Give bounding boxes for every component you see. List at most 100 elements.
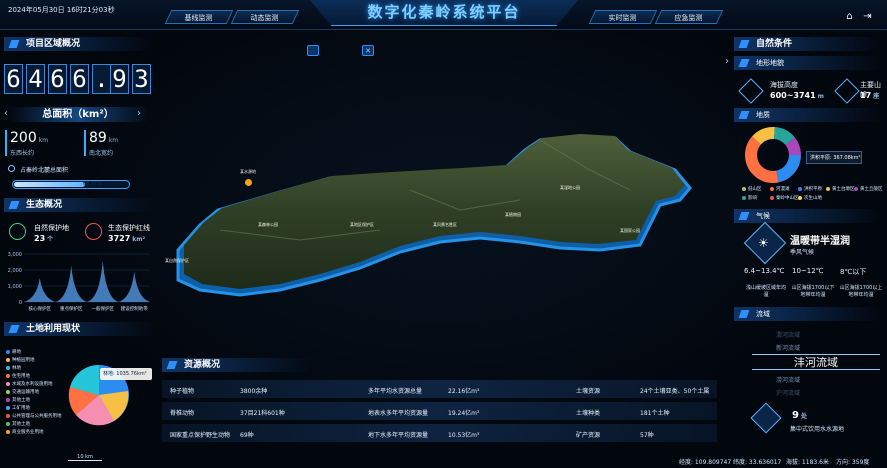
landuse-legend-item[interactable]: 商业服务业用地 — [6, 429, 44, 435]
exit-icon[interactable]: ⇥ — [862, 11, 873, 22]
map-label: 某国家公园 — [620, 228, 640, 233]
landuse-legend-item[interactable]: 水域及水利设施用地 — [6, 381, 53, 387]
legend-label: 公共管理与公共服务用地 — [12, 414, 62, 419]
basin-item[interactable]: 渭河流域 — [776, 330, 800, 339]
legend-swatch — [6, 398, 10, 402]
peaks-value: 17 座 — [860, 91, 880, 100]
geology-legend-item[interactable]: 黄土台塬区 — [826, 186, 855, 192]
area-peak[interactable] — [55, 265, 88, 302]
share-percent: 62.27% — [83, 181, 103, 187]
table-cell: 37目21科601种 — [240, 410, 285, 417]
map-label: 某风景名胜区 — [433, 222, 457, 227]
tab-realtime[interactable]: 实时监测 — [588, 10, 658, 24]
eco-title: 生态概况 — [4, 198, 154, 212]
area-digit: 3 — [132, 64, 151, 94]
legend-label: 其他土地 — [12, 422, 30, 427]
legend-label: 河漫滩 — [776, 187, 790, 192]
landuse-legend-item[interactable]: 住宅用地 — [6, 373, 30, 379]
legend-label: 交通运输用地 — [12, 390, 39, 395]
legend-label: 影响 — [748, 196, 757, 201]
y-tick-label: 2,000 — [8, 268, 22, 274]
geology-donut — [745, 127, 801, 183]
landuse-legend-item[interactable]: 林地 — [6, 365, 21, 371]
landuse-legend-item[interactable]: 其他土地 — [6, 421, 30, 427]
tab-baseline[interactable]: 基线监测 — [164, 10, 234, 24]
legend-swatch — [742, 187, 746, 191]
basin-item[interactable]: 涝河流域 — [776, 375, 800, 384]
sun-cloud-icon: ☀ — [758, 236, 769, 250]
landuse-legend-item[interactable]: 其他土地 — [6, 397, 30, 403]
area-digit: 9 — [110, 64, 129, 94]
ew-value: 200 km — [10, 130, 49, 146]
landuse-legend-item[interactable]: 交通运输用地 — [6, 389, 39, 395]
measure-icon[interactable]: ✕ — [362, 45, 374, 56]
map-label: 某地区保护区 — [350, 222, 374, 227]
area-peak[interactable] — [87, 260, 119, 302]
table-cell: 69种 — [240, 432, 254, 439]
status-dir: 方向: 359度 — [836, 459, 870, 466]
geology-legend-item[interactable]: 影响 — [742, 195, 757, 201]
legend-swatch — [798, 187, 802, 191]
basin-item[interactable]: 沪河流域 — [776, 388, 800, 397]
map-label: 某森林公园 — [258, 222, 278, 227]
area-digit: 6 — [70, 64, 89, 94]
legend-label: 水域及水利设施用地 — [12, 382, 53, 387]
geology-legend-item[interactable]: 河漫滩 — [770, 186, 790, 192]
terrain-title: 地形地貌 — [734, 56, 884, 70]
geology-legend-item[interactable]: 黄土丘陵区 — [854, 186, 883, 192]
layer-icon[interactable] — [307, 45, 319, 56]
area-peak[interactable] — [118, 271, 151, 302]
home-icon[interactable]: ⌂ — [844, 11, 855, 22]
reserve-icon — [5, 219, 30, 244]
nature-title: 自然条件 — [734, 37, 884, 51]
table-cell: 10.53亿m³ — [448, 432, 480, 439]
collapse-arrow-icon[interactable]: › — [725, 56, 729, 67]
geology-legend-item[interactable]: 低山区 — [742, 186, 762, 192]
basin-selected[interactable]: 沣河流域 — [752, 354, 880, 370]
geology-tooltip: 洪积平原: 367.08km² — [806, 151, 862, 164]
landuse-legend-item[interactable]: 耕地 — [6, 349, 21, 355]
water-source-marker[interactable] — [245, 179, 252, 186]
landuse-legend-item[interactable]: 种植园用地 — [6, 357, 35, 363]
area-peak[interactable] — [24, 278, 56, 302]
legend-label: 种植园用地 — [12, 358, 35, 363]
ns-bar — [84, 130, 86, 156]
x-tick-label: 一般保护区 — [92, 305, 115, 312]
legend-swatch — [6, 350, 10, 354]
share-progress: 62.27% — [12, 180, 130, 189]
x-tick-label: 建设控制地带 — [121, 305, 148, 312]
table-cell: 19.24亿m³ — [448, 410, 480, 417]
legend-label: 工矿用地 — [12, 406, 30, 411]
tab-emergency[interactable]: 应急监测 — [654, 10, 724, 24]
legend-swatch — [798, 196, 802, 200]
legend-swatch — [6, 414, 10, 418]
geology-legend-item[interactable]: 秦岭中山区 — [770, 195, 799, 201]
landuse-legend-item[interactable]: 工矿用地 — [6, 405, 30, 411]
table-cell: 地表水多年平均资源量 — [368, 410, 429, 417]
redline-icon — [81, 219, 106, 244]
legend-label: 林地 — [12, 366, 21, 371]
table-cell: 57种 — [640, 432, 654, 439]
app-title: 数字化秦岭系统平台 — [367, 3, 521, 21]
marker-label: 某水源地 — [240, 169, 256, 174]
area-title: 项目区域概况 — [4, 37, 154, 51]
climate-sub: 季风气候 — [790, 249, 815, 256]
terrain-map[interactable] — [160, 130, 720, 310]
landuse-tooltip: 林地: 1035.76km² — [100, 368, 152, 380]
tab-dynamic[interactable]: 动态监测 — [230, 10, 300, 24]
legend-swatch — [854, 187, 858, 191]
geology-legend-item[interactable]: 洪积平原 — [798, 186, 822, 192]
temp1-value: 6.4~13.4℃ — [744, 267, 785, 275]
basin-item[interactable]: 新河流域 — [776, 343, 800, 352]
legend-swatch — [6, 374, 10, 378]
resources-title: 资源概况 — [162, 358, 312, 372]
legend-swatch — [742, 196, 746, 200]
status-lon: 经度: 109.809747 — [679, 459, 732, 466]
ns-value: 89 km — [89, 130, 119, 146]
legend-label: 洪积平原 — [804, 187, 822, 192]
geology-legend-item[interactable]: 次生山地 — [798, 195, 822, 201]
next-arrow-icon[interactable]: › — [137, 108, 141, 119]
table-cell: 脊椎动物 — [170, 410, 195, 417]
landuse-legend-item[interactable]: 公共管理与公共服务用地 — [6, 413, 62, 419]
map-label: 某自然保护区 — [165, 258, 189, 263]
